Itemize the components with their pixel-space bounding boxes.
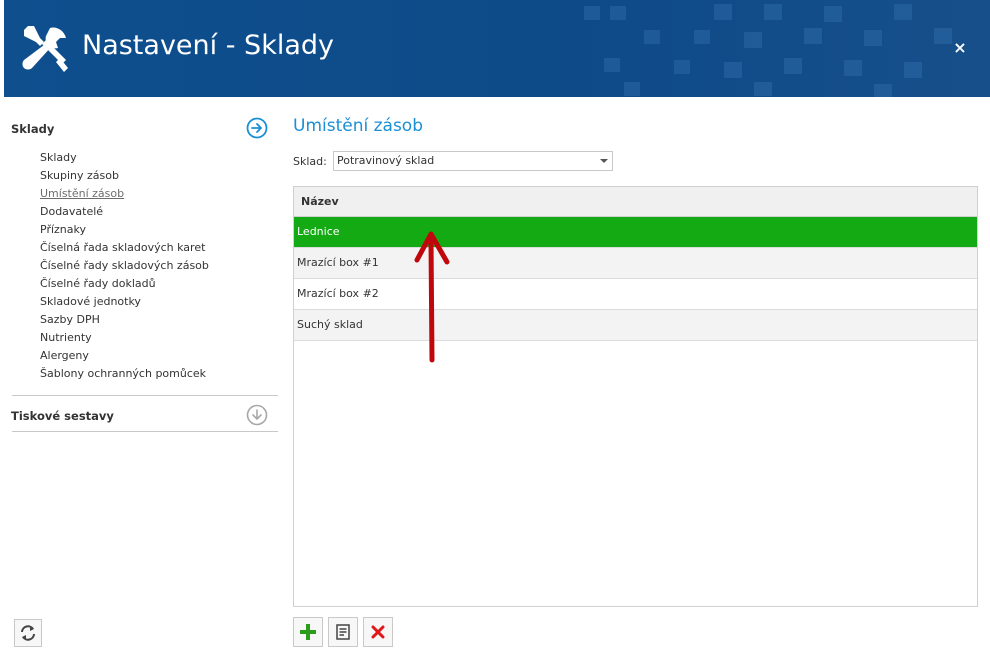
sklad-label: Sklad: [293,155,327,168]
arrow-down-circle-icon[interactable] [246,404,268,426]
wrench-screwdriver-icon [22,26,68,72]
table-row[interactable]: Suchý sklad [294,310,977,341]
sidebar-item-ciselne-rady-dokladu[interactable]: Číselné řady dokladů [40,276,209,294]
edit-button[interactable] [328,617,358,647]
delete-button[interactable] [363,617,393,647]
locations-grid: Název Lednice Mrazící box #1 Mrazící box… [293,186,978,607]
edit-document-icon [336,624,350,640]
annotation-arrow [414,231,450,363]
window-header: Nastavení - Sklady × [4,0,990,97]
table-row[interactable]: Lednice [294,217,977,248]
close-icon[interactable]: × [950,38,970,58]
table-row[interactable]: Mrazící box #1 [294,248,977,279]
sidebar-item-ciselne-rady-zasob[interactable]: Číselné řady skladových zásob [40,258,209,276]
sidebar-section-title-reports[interactable]: Tiskové sestavy [11,409,114,423]
sidebar-item-alergeny[interactable]: Alergeny [40,348,209,366]
sidebar-item-umisteni-zasob[interactable]: Umístění zásob [40,186,209,204]
sidebar-item-sazby-dph[interactable]: Sazby DPH [40,312,209,330]
arrow-right-circle-icon[interactable] [246,117,268,139]
sidebar-item-skupiny-zasob[interactable]: Skupiny zásob [40,168,209,186]
sidebar-divider [12,395,278,396]
sidebar-menu: Sklady Skupiny zásob Umístění zásob Doda… [40,150,209,384]
chevron-down-icon [600,159,608,163]
refresh-button[interactable] [14,619,42,647]
column-header-nazev[interactable]: Název [294,187,977,217]
sidebar-item-sablony-pomucek[interactable]: Šablony ochranných pomůcek [40,366,209,384]
header-pattern [584,4,952,97]
sidebar-item-skladove-jednotky[interactable]: Skladové jednotky [40,294,209,312]
sidebar-item-nutrienty[interactable]: Nutrienty [40,330,209,348]
sidebar-section-title[interactable]: Sklady [11,122,54,136]
sidebar-item-priznaky[interactable]: Příznaky [40,222,209,240]
sidebar-item-sklady[interactable]: Sklady [40,150,209,168]
table-row[interactable]: Mrazící box #2 [294,279,977,310]
sidebar-item-ciselna-rada-karet[interactable]: Číselná řada skladových karet [40,240,209,258]
sklad-select[interactable]: Potravinový sklad [333,151,613,171]
sklad-select-value: Potravinový sklad [337,154,435,167]
sidebar-divider [12,431,278,432]
plus-icon [300,624,316,640]
refresh-icon [21,625,35,641]
settings-window: Nastavení - Sklady × Sklady Sklady Skupi… [0,0,990,658]
delete-x-icon [371,625,385,639]
sidebar-item-dodavatele[interactable]: Dodavatelé [40,204,209,222]
window-title: Nastavení - Sklady [82,30,334,61]
page-title: Umístění zásob [293,116,423,136]
add-button[interactable] [293,617,323,647]
